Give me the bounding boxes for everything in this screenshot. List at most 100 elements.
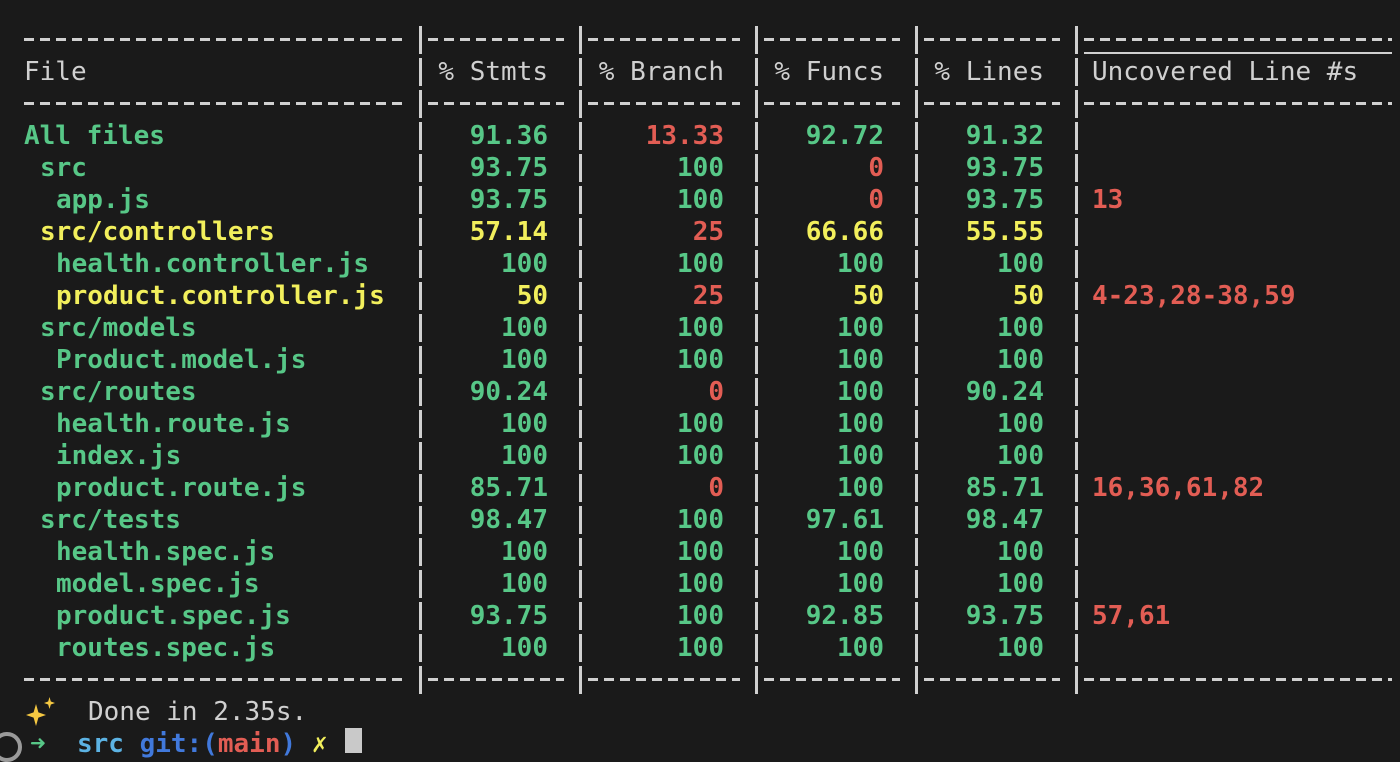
column-separator [748, 600, 764, 632]
border-segment [1084, 24, 1400, 56]
column-separator [1068, 632, 1084, 664]
cell-funcs: 50 [764, 280, 908, 312]
cell-lines: 55.55 [924, 216, 1068, 248]
solid-line [1084, 52, 1392, 54]
cell-branch: 25 [588, 280, 748, 312]
cell-file: health.spec.js [24, 536, 412, 568]
column-separator [748, 568, 764, 600]
column-separator [748, 312, 764, 344]
column-separator [908, 248, 924, 280]
column-separator [748, 536, 764, 568]
cell-lines: 93.75 [924, 152, 1068, 184]
border-segment [924, 664, 1068, 696]
column-separator [748, 152, 764, 184]
cell-lines: 90.24 [924, 376, 1068, 408]
cell-funcs: 100 [764, 248, 908, 280]
column-separator [908, 664, 924, 696]
cell-lines: 100 [924, 632, 1068, 664]
border-segment [24, 88, 412, 120]
cell-funcs: 100 [764, 408, 908, 440]
cell-lines: 100 [924, 248, 1068, 280]
cell-stmts: 98.47 [428, 504, 572, 536]
done-status-line: Done in 2.35s. [24, 696, 1400, 728]
column-separator [572, 152, 588, 184]
cell-file: health.route.js [24, 408, 412, 440]
column-separator [412, 568, 428, 600]
table-row: src93.75100093.75 [24, 152, 1400, 184]
column-separator [412, 472, 428, 504]
cell-branch: 100 [588, 408, 748, 440]
column-separator [572, 216, 588, 248]
column-header-uncovered: Uncovered Line #s [1084, 56, 1400, 88]
cell-branch: 100 [588, 536, 748, 568]
column-separator [412, 344, 428, 376]
column-separator [572, 280, 588, 312]
column-separator [748, 504, 764, 536]
cell-file: Product.model.js [24, 344, 412, 376]
column-separator [572, 504, 588, 536]
border-segment [764, 664, 908, 696]
column-separator [1068, 536, 1084, 568]
column-separator [1068, 664, 1084, 696]
border-segment [1084, 88, 1400, 120]
prompt-directory: src [77, 728, 124, 760]
cell-uncovered-lines [1084, 536, 1400, 568]
column-separator [1068, 280, 1084, 312]
column-separator [748, 248, 764, 280]
column-separator [748, 56, 764, 88]
column-separator [1068, 344, 1084, 376]
column-separator [1068, 568, 1084, 600]
cell-funcs: 100 [764, 440, 908, 472]
border-segment [924, 88, 1068, 120]
column-separator [572, 408, 588, 440]
cell-lines: 100 [924, 344, 1068, 376]
column-separator [572, 632, 588, 664]
column-separator [748, 472, 764, 504]
column-separator [908, 536, 924, 568]
column-separator [412, 600, 428, 632]
cell-uncovered-lines [1084, 312, 1400, 344]
table-row: Product.model.js100100100100 [24, 344, 1400, 376]
table-row: src/routes90.24010090.24 [24, 376, 1400, 408]
cell-file: product.spec.js [24, 600, 412, 632]
column-separator [412, 440, 428, 472]
terminal-window[interactable]: File % Stmts % Branch % Funcs % Lines Un… [0, 0, 1400, 744]
cell-lines: 100 [924, 568, 1068, 600]
cell-funcs: 100 [764, 632, 908, 664]
dash-line [588, 678, 740, 681]
table-row: src/tests98.4710097.6198.47 [24, 504, 1400, 536]
cell-branch: 100 [588, 344, 748, 376]
column-separator [572, 56, 588, 88]
table-row: health.route.js100100100100 [24, 408, 1400, 440]
cell-branch: 25 [588, 216, 748, 248]
notification-dot-icon [0, 732, 22, 762]
column-separator [572, 248, 588, 280]
cell-funcs: 100 [764, 568, 908, 600]
cell-lines: 100 [924, 440, 1068, 472]
cell-stmts: 100 [428, 248, 572, 280]
dash-line [588, 102, 740, 105]
table-border-row [24, 88, 1400, 120]
shell-prompt[interactable]: ➜ src git:(main) ✗ [24, 728, 1400, 760]
column-separator [412, 280, 428, 312]
cell-stmts: 100 [428, 312, 572, 344]
border-segment [428, 664, 572, 696]
column-separator [748, 24, 764, 56]
dash-line [428, 102, 564, 105]
cell-lines: 93.75 [924, 600, 1068, 632]
cell-lines: 100 [924, 408, 1068, 440]
cell-uncovered-lines [1084, 216, 1400, 248]
cell-funcs: 100 [764, 536, 908, 568]
terminal-cursor[interactable] [345, 728, 362, 753]
cell-branch: 13.33 [588, 120, 748, 152]
cell-stmts: 100 [428, 536, 572, 568]
column-separator [1068, 312, 1084, 344]
column-separator [1068, 184, 1084, 216]
cell-file: All files [24, 120, 412, 152]
border-segment [588, 24, 748, 56]
column-separator [908, 504, 924, 536]
sparkle-star-big [26, 704, 46, 726]
table-row: index.js100100100100 [24, 440, 1400, 472]
column-separator [572, 536, 588, 568]
column-separator [748, 376, 764, 408]
